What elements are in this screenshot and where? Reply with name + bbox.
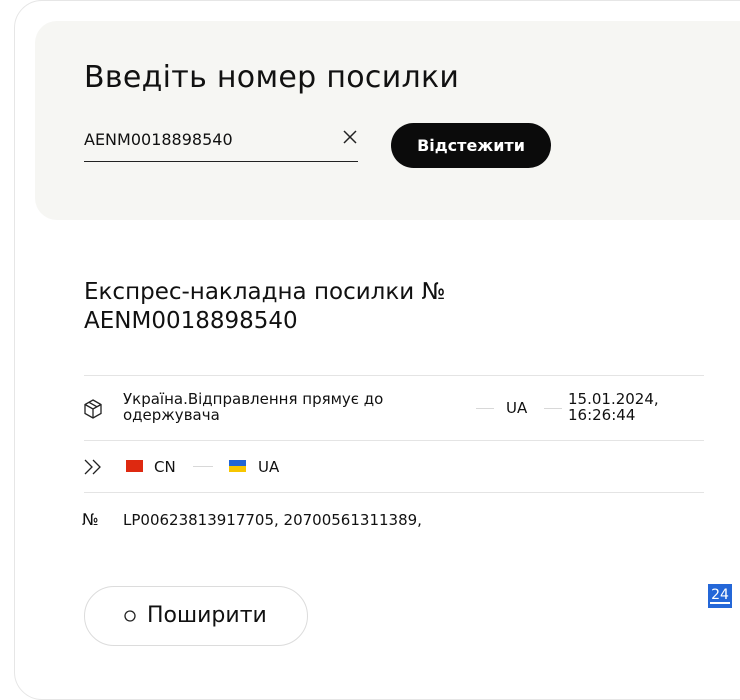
status-datetime: 15.01.2024, 16:26:44 [568,391,678,423]
share-button[interactable]: Поширити [84,586,308,646]
connector-line [476,408,494,409]
status-country-code: UA [506,399,528,417]
waybill-number: AENM0018898540 [84,308,298,334]
connector-line [544,408,562,409]
notification-badge[interactable]: 24 [708,584,732,608]
divider [84,440,704,441]
search-panel [35,21,740,220]
route-from-code: CN [154,458,176,476]
close-icon[interactable] [342,129,358,145]
number-sign-icon: № [82,510,99,529]
search-title: Введіть номер посилки [84,60,460,95]
divider [84,375,704,376]
badge-underline [710,602,730,604]
double-chevron-right-icon [84,459,101,475]
china-flag-icon [126,460,143,472]
waybill-title: Експрес-накладна посилки № AENM001889854… [84,278,584,336]
divider [84,492,704,493]
share-icon [124,610,136,622]
tracking-number-field [84,124,358,162]
track-button[interactable]: Відстежити [391,123,551,168]
status-text: Україна.Відправлення прямує до одержувач… [123,390,384,424]
badge-label: 24 [711,587,729,603]
package-icon [84,399,102,419]
status-date: 15.01.2024, [568,390,659,408]
status-time: 16:26:44 [568,406,636,424]
tracking-number-input[interactable] [84,124,324,154]
route-to-code: UA [258,458,280,476]
tracking-numbers: LP00623813917705, 20700561311389, [123,511,422,529]
ukraine-flag-icon [229,460,246,472]
waybill-title-label: Експрес-накладна посилки № [84,279,446,305]
connector-line [193,466,213,467]
